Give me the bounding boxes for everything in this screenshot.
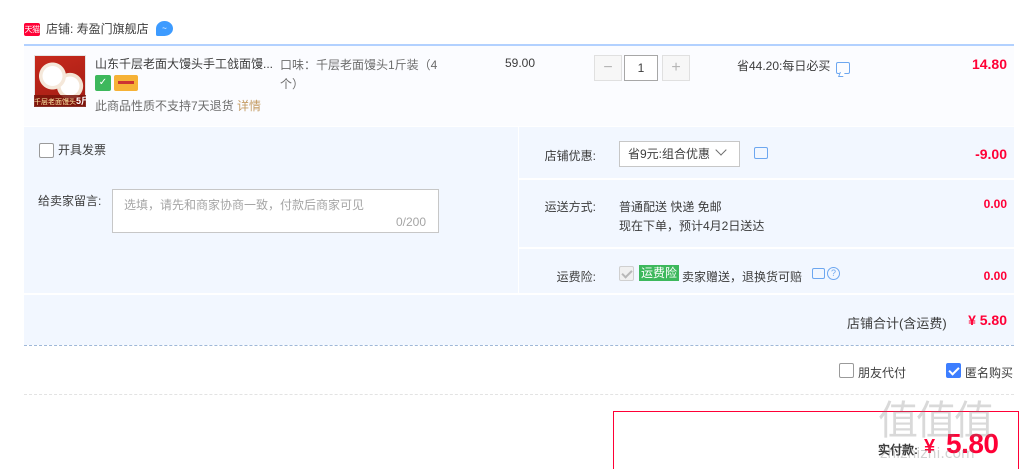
tmall-badge: 天猫 (24, 23, 40, 36)
no-return-notice: 此商品性质不支持7天退货 (95, 99, 234, 113)
shop-total-value: ¥ 5.80 (968, 312, 1007, 328)
help-icon[interactable]: ? (827, 267, 840, 280)
quantity-increase-button[interactable]: + (662, 55, 690, 81)
insurance-badge: 运费险 (639, 265, 680, 281)
message-placeholder: 选填，请先和商家协商一致，付款后商家可见 (124, 198, 365, 212)
insurance-text: 卖家赠送，退换货可赔 (682, 270, 803, 284)
thumbnail-caption-text: 千层老面馒头 (34, 99, 76, 106)
no-return-details-link[interactable]: 详情 (237, 98, 261, 114)
options-row-divider (519, 178, 1014, 180)
section-divider (24, 345, 1014, 346)
insurance-amount: 0.00 (983, 269, 1007, 283)
product-sku: 口味：千层老面馒头1斤装（4个） (280, 58, 438, 91)
anonymous-purchase-label[interactable]: 匿名购买 (965, 364, 1013, 381)
service-card-icon (114, 75, 138, 91)
quantity-decrease-button[interactable]: − (594, 55, 622, 81)
message-char-count: 0/200 (396, 215, 427, 229)
service-shield-icon: ✓ (95, 75, 111, 91)
line-total: 14.80 (971, 56, 1007, 72)
friend-pay-checkbox[interactable] (839, 363, 854, 378)
discount-amount: -9.00 (975, 146, 1007, 162)
insurance-label: 运费险: (556, 270, 596, 284)
promo-text: 省44.20:每日必买 (737, 59, 831, 73)
message-label: 给卖家留言: (38, 194, 102, 208)
chat-icon[interactable]: ~ (156, 21, 173, 36)
thumbnail-caption: 千层老面馒头5斤 (34, 95, 86, 107)
unit-price: 59.00 (505, 56, 536, 70)
shipping-method: 普通配送 快递 免邮 (619, 200, 722, 214)
promo-chat-icon[interactable] (836, 62, 850, 74)
discount-chat-icon[interactable] (754, 147, 768, 159)
store-name[interactable]: 店铺: 寿盈门旗舰店 (46, 21, 149, 37)
shipping-eta: 现在下单，预计4月2日送达 (619, 219, 765, 233)
shipping-amount: 0.00 (983, 197, 1007, 211)
options-row-divider (519, 247, 1014, 249)
thumbnail-caption-big: 5斤 (76, 96, 86, 106)
watermark: 值值值 (878, 398, 994, 444)
product-title-link[interactable]: 山东千层老面大馒头手工戗面馒... (95, 56, 275, 72)
quantity-input[interactable]: 1 (624, 55, 658, 81)
shop-total-label: 店铺合计(含运费) (847, 316, 947, 331)
friend-pay-label[interactable]: 朋友代付 (858, 364, 906, 381)
anonymous-purchase-checkbox[interactable] (946, 363, 961, 378)
insurance-checkbox (619, 266, 634, 281)
options-column-divider (518, 127, 519, 293)
shipping-label: 运送方式: (544, 200, 596, 214)
options-row-divider (24, 293, 1014, 295)
discount-label: 店铺优惠: (544, 149, 596, 163)
insurance-chat-icon[interactable] (812, 268, 825, 279)
footer-divider (24, 394, 1014, 395)
invoice-label[interactable]: 开具发票 (58, 143, 106, 158)
watermark-url: zhizhizhi.com (880, 446, 975, 462)
invoice-checkbox[interactable] (39, 143, 54, 158)
